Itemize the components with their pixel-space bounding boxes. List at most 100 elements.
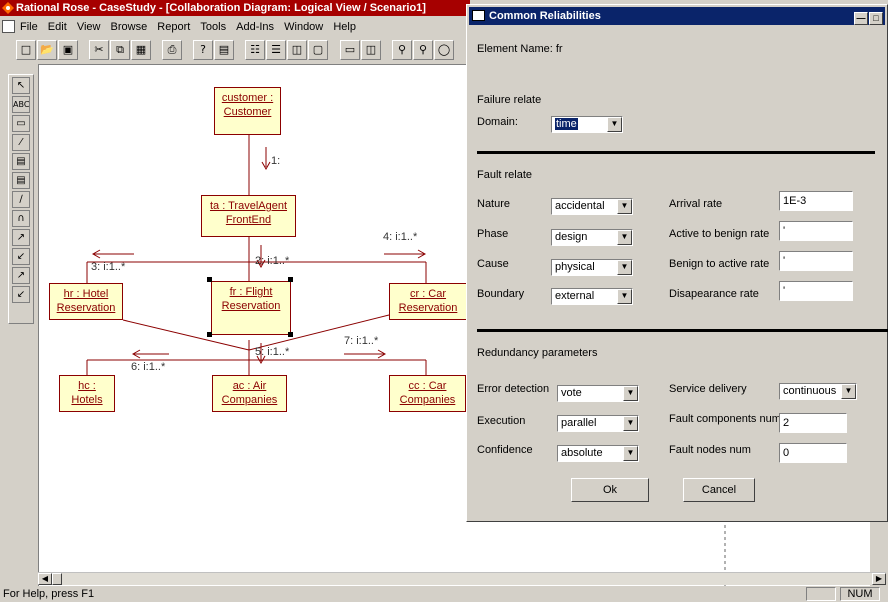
class-icon[interactable]: ◫ xyxy=(287,40,307,60)
message-label[interactable]: 2: i:1..* xyxy=(255,255,289,267)
object-car-companies[interactable]: cc : Car Companies xyxy=(389,375,466,412)
reverse-message-icon[interactable]: ↙ xyxy=(12,248,30,265)
chevron-down-icon[interactable]: ▼ xyxy=(623,416,638,431)
log-icon[interactable]: ☰ xyxy=(266,40,286,60)
fault-nodes-field[interactable]: 0 xyxy=(779,443,847,463)
chevron-down-icon[interactable]: ▼ xyxy=(617,289,632,304)
open-icon[interactable]: 📂 xyxy=(37,40,57,60)
pointer-icon[interactable]: ↖ xyxy=(12,77,30,94)
sequence-icon[interactable]: ▭ xyxy=(340,40,360,60)
fit-icon[interactable]: ◯ xyxy=(434,40,454,60)
message-label[interactable]: 1: xyxy=(271,155,280,167)
zoom-in-icon[interactable]: ⚲ xyxy=(392,40,412,60)
message-icon[interactable]: ↗ xyxy=(12,229,30,246)
horizontal-scrollbar[interactable]: ◀ ▶ xyxy=(38,572,886,585)
ok-button[interactable]: Ok xyxy=(571,478,649,502)
object-icon[interactable]: ▤ xyxy=(12,153,30,170)
disapearance-rate-field[interactable]: ' xyxy=(779,281,853,301)
self-link-icon[interactable]: ∩ xyxy=(12,210,30,227)
chevron-down-icon[interactable]: ▼ xyxy=(841,384,856,399)
object-flight-reservation[interactable]: fr : Flight Reservation xyxy=(211,281,291,335)
chevron-down-icon[interactable]: ▼ xyxy=(617,260,632,275)
scroll-left-icon[interactable]: ◀ xyxy=(38,573,52,585)
chevron-down-icon[interactable]: ▼ xyxy=(607,117,622,132)
phase-select[interactable]: design ▼ xyxy=(551,229,633,246)
object-travel-agent[interactable]: ta : TravelAgent FrontEnd xyxy=(201,195,296,237)
confidence-select[interactable]: absolute ▼ xyxy=(557,445,639,462)
domain-select[interactable]: time ▼ xyxy=(551,116,623,133)
paste-icon[interactable]: ▦ xyxy=(131,40,151,60)
new-icon[interactable]: □ xyxy=(16,40,36,60)
documentation-icon[interactable]: ☷ xyxy=(245,40,265,60)
benign-to-active-field[interactable]: ' xyxy=(779,251,853,271)
cut-icon[interactable]: ✂ xyxy=(89,40,109,60)
message-label[interactable]: 7: i:1..* xyxy=(344,335,378,347)
document-icon[interactable] xyxy=(2,20,15,33)
arrival-rate-label: Arrival rate xyxy=(669,198,723,210)
selection-handle[interactable] xyxy=(207,277,212,282)
service-delivery-label: Service delivery xyxy=(669,383,747,395)
selection-handle[interactable] xyxy=(207,332,212,337)
maximize-icon[interactable]: □ xyxy=(869,12,883,25)
object-hotels[interactable]: hc : Hotels xyxy=(59,375,115,412)
scroll-right-icon[interactable]: ▶ xyxy=(872,573,886,585)
chevron-down-icon[interactable]: ▼ xyxy=(617,199,632,214)
component-icon[interactable]: ▢ xyxy=(308,40,328,60)
text-icon[interactable]: ABC xyxy=(12,96,30,113)
service-delivery-select[interactable]: continuous ▼ xyxy=(779,383,857,400)
note-icon[interactable]: ▭ xyxy=(12,115,30,132)
zoom-out-icon[interactable]: ⚲ xyxy=(413,40,433,60)
menu-file[interactable]: File xyxy=(20,21,38,33)
menu-add-ins[interactable]: Add-Ins xyxy=(236,21,274,33)
scroll-thumb[interactable] xyxy=(52,573,62,585)
chevron-down-icon[interactable]: ▼ xyxy=(623,446,638,461)
save-icon[interactable]: ▣ xyxy=(58,40,78,60)
message-label[interactable]: 3: i:1..* xyxy=(91,261,125,273)
execution-select[interactable]: parallel ▼ xyxy=(557,415,639,432)
browser-icon[interactable]: ▤ xyxy=(214,40,234,60)
boundary-select[interactable]: external ▼ xyxy=(551,288,633,305)
message-label[interactable]: 5: i:1..* xyxy=(255,346,289,358)
menu-browse[interactable]: Browse xyxy=(111,21,148,33)
object-air-companies[interactable]: ac : Air Companies xyxy=(212,375,287,412)
error-detection-select[interactable]: vote ▼ xyxy=(557,385,639,402)
menu-help[interactable]: Help xyxy=(333,21,356,33)
message-label[interactable]: 4: i:1..* xyxy=(383,231,417,243)
object-class-line: Reservation xyxy=(221,300,281,312)
copy-icon[interactable]: ⧉ xyxy=(110,40,130,60)
object-car-reservation[interactable]: cr : Car Reservation xyxy=(389,283,467,320)
print-icon[interactable]: ⎙ xyxy=(162,40,182,60)
fault-components-field[interactable]: 2 xyxy=(779,413,847,433)
context-help-icon[interactable]: ? xyxy=(193,40,213,60)
cause-select[interactable]: physical ▼ xyxy=(551,259,633,276)
link-icon[interactable]: ∕ xyxy=(12,191,30,208)
menu-edit[interactable]: Edit xyxy=(48,21,67,33)
object-name-line: ac : Air xyxy=(232,380,267,392)
minimize-icon[interactable]: — xyxy=(854,12,868,25)
menu-report[interactable]: Report xyxy=(157,21,190,33)
object-class-line: Hotels xyxy=(71,394,103,406)
status-bar: For Help, press F1 NUM xyxy=(0,586,888,602)
nature-select[interactable]: accidental ▼ xyxy=(551,198,633,215)
object-customer[interactable]: customer : Customer xyxy=(214,87,281,135)
active-to-benign-field[interactable]: ' xyxy=(779,221,853,241)
menu-view[interactable]: View xyxy=(77,21,101,33)
menu-window[interactable]: Window xyxy=(284,21,323,33)
element-name-label: Element Name: fr xyxy=(477,43,563,55)
chevron-down-icon[interactable]: ▼ xyxy=(617,230,632,245)
confidence-value: absolute xyxy=(561,447,603,459)
selection-handle[interactable] xyxy=(288,332,293,337)
chevron-down-icon[interactable]: ▼ xyxy=(623,386,638,401)
message-label[interactable]: 6: i:1..* xyxy=(131,361,165,373)
collaboration-icon[interactable]: ◫ xyxy=(361,40,381,60)
arrival-rate-field[interactable]: 1E-3 xyxy=(779,191,853,211)
anchor-icon[interactable]: ⁄ xyxy=(12,134,30,151)
data-token-icon[interactable]: ↗ xyxy=(12,267,30,284)
cancel-button[interactable]: Cancel xyxy=(683,478,755,502)
menu-tools[interactable]: Tools xyxy=(200,21,226,33)
object-class-line: Customer xyxy=(223,106,272,118)
object-hotel-reservation[interactable]: hr : Hotel Reservation xyxy=(49,283,123,320)
class-instance-icon[interactable]: ▤ xyxy=(12,172,30,189)
reverse-data-token-icon[interactable]: ↙ xyxy=(12,286,30,303)
selection-handle[interactable] xyxy=(288,277,293,282)
